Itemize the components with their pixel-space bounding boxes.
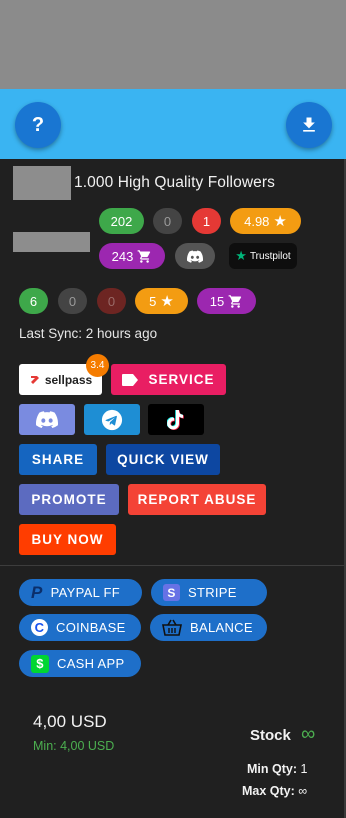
star-icon: ★	[273, 213, 287, 230]
payment-coinbase[interactable]: C COINBASE	[19, 614, 141, 641]
page: ? 1.000 High Quality Followers 202 0 1 4…	[0, 0, 346, 818]
payment-cashapp[interactable]: $ CASH APP	[19, 650, 141, 677]
divider	[0, 565, 344, 566]
payment-balance[interactable]: BALANCE	[150, 614, 267, 641]
tiktok-button[interactable]	[148, 404, 204, 435]
report-abuse-button[interactable]: REPORT ABUSE	[128, 484, 266, 515]
tiktok-icon	[167, 409, 184, 430]
min-price: Min: 4,00 USD	[33, 739, 115, 753]
discord-icon	[187, 250, 203, 263]
neutral-count: 0	[153, 208, 182, 234]
discord-badge[interactable]	[175, 243, 215, 269]
service-button[interactable]: SERVICE	[111, 364, 226, 395]
download-button[interactable]	[286, 102, 332, 148]
cart-icon	[137, 249, 151, 263]
telegram-button[interactable]	[84, 404, 140, 435]
rating-badge-2: 5 ★	[135, 288, 188, 314]
neutral-count-2: 0	[58, 288, 87, 314]
stripe-icon: S	[163, 584, 180, 601]
coinbase-icon: C	[31, 619, 48, 636]
download-icon	[303, 117, 315, 132]
basket-icon	[162, 619, 182, 636]
sales-count: 243	[99, 243, 165, 269]
negative-count: 1	[192, 208, 221, 234]
last-sync-text: Last Sync: 2 hours ago	[19, 326, 158, 341]
payment-paypal[interactable]: P PAYPAL FF	[19, 579, 142, 606]
buy-now-button[interactable]: BUY NOW	[19, 524, 116, 555]
positive-count: 202	[99, 208, 144, 234]
cart-icon	[228, 294, 242, 308]
promote-button[interactable]: PROMOTE	[19, 484, 119, 515]
trustpilot-star-icon: ★	[235, 248, 247, 263]
sellpass-logo-icon	[30, 375, 39, 384]
quick-view-button[interactable]: QUICK VIEW	[106, 444, 220, 475]
seller-name-placeholder	[13, 232, 90, 252]
discord-button[interactable]	[19, 404, 75, 435]
paypal-icon: P	[31, 582, 43, 602]
stock-label: Stock ∞	[250, 723, 316, 745]
share-button[interactable]: SHARE	[19, 444, 97, 475]
negative-count-2: 0	[97, 288, 126, 314]
header-image-placeholder	[0, 0, 346, 89]
max-qty: Max Qty: ∞	[242, 784, 308, 798]
cashapp-icon: $	[31, 654, 49, 673]
min-qty: Min Qty: 1	[247, 762, 308, 776]
rating-badge: 4.98 ★	[230, 208, 301, 234]
product-title: 1.000 High Quality Followers	[74, 174, 275, 191]
sellpass-rating-badge: 3.4	[86, 354, 109, 377]
tag-icon	[122, 373, 139, 386]
discord-icon	[36, 411, 58, 428]
product-thumbnail	[13, 166, 71, 200]
stock-infinity: ∞	[301, 723, 316, 745]
price: 4,00 USD	[33, 712, 107, 731]
positive-count-2: 6	[19, 288, 48, 314]
telegram-icon	[101, 409, 123, 430]
star-icon: ★	[160, 293, 174, 310]
trustpilot-badge[interactable]: ★ Trustpilot	[229, 243, 297, 269]
payment-stripe[interactable]: S STRIPE	[151, 579, 267, 606]
sales-count-2: 15	[197, 288, 256, 314]
help-button[interactable]: ?	[15, 102, 61, 148]
help-icon: ?	[31, 113, 45, 136]
